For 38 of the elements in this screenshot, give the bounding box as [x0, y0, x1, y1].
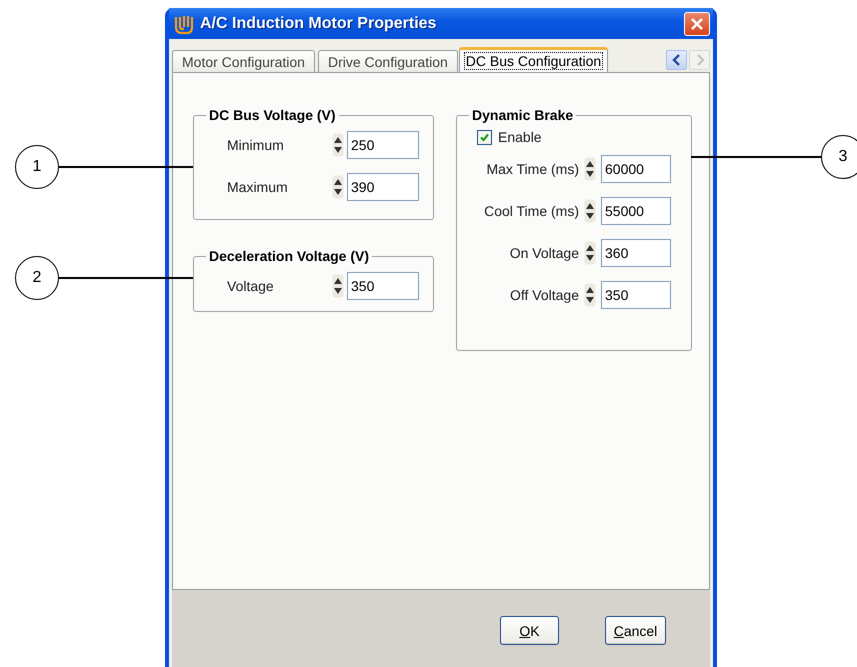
spinner-icon[interactable]: [332, 274, 344, 298]
field-label: On Voltage: [510, 245, 579, 261]
number-field[interactable]: 350: [601, 281, 671, 309]
field-label: Cool Time (ms): [484, 203, 579, 219]
spinner-icon[interactable]: [584, 283, 596, 307]
field-label: Minimum: [227, 137, 284, 153]
window-title: A/C Induction Motor Properties: [200, 14, 438, 32]
spinner-icon[interactable]: [584, 157, 596, 181]
field-label: Voltage: [227, 278, 274, 294]
field-label: Off Voltage: [510, 287, 579, 303]
number-field[interactable]: 350: [347, 272, 419, 300]
checkbox[interactable]: [477, 130, 492, 144]
group-title: Dynamic Brake: [471, 107, 574, 123]
tab[interactable]: Motor Configuration: [172, 50, 315, 72]
spinner-icon[interactable]: [332, 175, 344, 199]
number-field[interactable]: 60000: [601, 155, 671, 183]
group-title: DC Bus Voltage (V): [208, 107, 337, 123]
callout-number: 1: [15, 145, 59, 189]
callout-number: 3: [821, 135, 857, 179]
close-button[interactable]: [684, 12, 710, 36]
field-label: Max Time (ms): [486, 161, 579, 177]
spinner-icon[interactable]: [332, 133, 344, 157]
checkbox-label: Enable: [498, 129, 542, 145]
ok-button[interactable]: OK: [500, 616, 559, 645]
cancel-button[interactable]: Cancel: [605, 616, 666, 645]
number-field[interactable]: 360: [601, 239, 671, 267]
group-title: Deceleration Voltage (V): [208, 248, 370, 264]
number-field[interactable]: 390: [347, 173, 419, 201]
field-label: Maximum: [227, 179, 288, 195]
number-field[interactable]: 250: [347, 131, 419, 159]
spinner-icon[interactable]: [584, 241, 596, 265]
tab[interactable]: Drive Configuration: [318, 50, 458, 72]
close-icon: [690, 16, 704, 30]
spinner-icon[interactable]: [584, 199, 596, 223]
scroll-left-button[interactable]: [666, 50, 687, 70]
tab[interactable]: DC Bus Configuration: [458, 47, 608, 72]
callout-number: 2: [15, 256, 59, 300]
number-field[interactable]: 55000: [601, 197, 671, 225]
